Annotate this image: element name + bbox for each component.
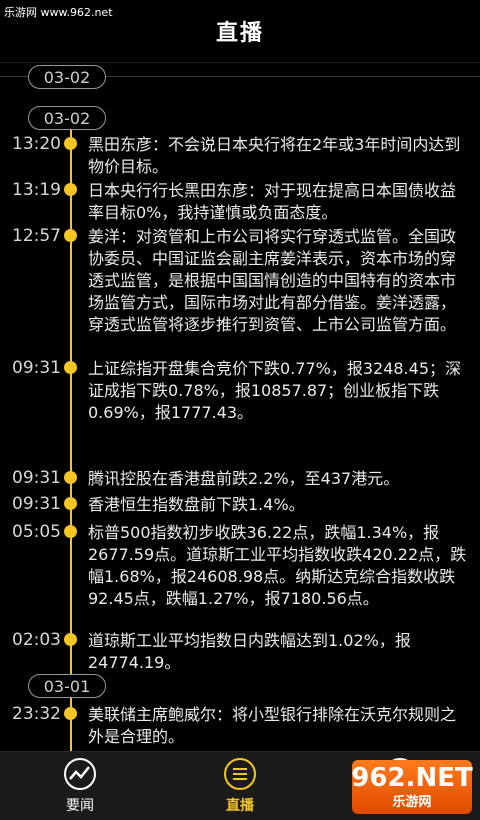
news-text: 香港恒生指数盘前下跌1.4%。 [88, 495, 305, 514]
tab-label: 要闻 [66, 798, 94, 814]
timeline-dot [64, 361, 77, 374]
timeline-dot [64, 525, 77, 538]
timeline-dot [64, 137, 77, 150]
news-text: 腾讯控股在香港盘前跌2.2%，至437港元。 [88, 469, 400, 488]
news-time: 02:03 [12, 630, 61, 650]
timeline-line [70, 122, 72, 752]
date-pill: 03-02 [28, 106, 106, 130]
timeline-dot [64, 183, 77, 196]
trend-chart-icon [64, 758, 96, 790]
news-time: 09:31 [12, 358, 61, 378]
news-text: 美联储主席鲍威尔：将小型银行排除在沃克尔规则之外是合理的。 [88, 705, 457, 746]
news-time: 23:32 [12, 704, 61, 724]
news-time: 13:20 [12, 134, 61, 154]
timeline-dot [64, 471, 77, 484]
news-text: 上证综指开盘集合竞价下跌0.77%，报3248.45；深证成指下跌0.78%，报… [88, 359, 461, 422]
news-time: 05:05 [12, 522, 61, 542]
news-text: 日本央行行长黑田东彦：对于现在提高日本国债收益率目标0%，我持谨慎或负面态度。 [88, 181, 457, 222]
timeline-dot [64, 497, 77, 510]
logo-subtext: 乐游网 [392, 794, 432, 810]
news-time: 13:19 [12, 180, 61, 200]
list-icon [224, 758, 256, 790]
timeline-dot [64, 707, 77, 720]
date-pill: 03-01 [28, 674, 106, 698]
date-pill: 03-02 [28, 65, 106, 89]
page-title: 直播 [215, 21, 264, 46]
live-feed[interactable]: 03-02 03-02 13:20 黑田东彦：不会说日本央行将在2年或3年时间内… [0, 62, 480, 752]
tab-live[interactable]: 直播 [160, 752, 320, 820]
site-logo: 962.NET 乐游网 [351, 760, 473, 814]
timeline-dot [64, 229, 77, 242]
tab-label: 直播 [226, 798, 254, 814]
timeline-dot [64, 633, 77, 646]
news-text: 标普500指数初步收跌36.22点，跌幅1.34%，报2677.59点。道琼斯工… [88, 523, 467, 608]
news-time: 09:31 [12, 468, 61, 488]
tab-news[interactable]: 要闻 [0, 752, 160, 820]
news-text: 道琼斯工业平均指数日内跌幅达到1.02%，报24774.19。 [88, 631, 411, 672]
news-time: 12:57 [12, 226, 61, 246]
news-text: 姜洋：对资管和上市公司将实行穿透式监管。全国政协委员、中国证监会副主席姜洋表示，… [88, 227, 457, 334]
news-time: 09:31 [12, 494, 61, 514]
news-text: 黑田东彦：不会说日本央行将在2年或3年时间内达到物价目标。 [88, 135, 461, 176]
watermark-text: 乐游网 www.962.net [4, 6, 113, 19]
logo-text: 962.NET [351, 762, 473, 793]
